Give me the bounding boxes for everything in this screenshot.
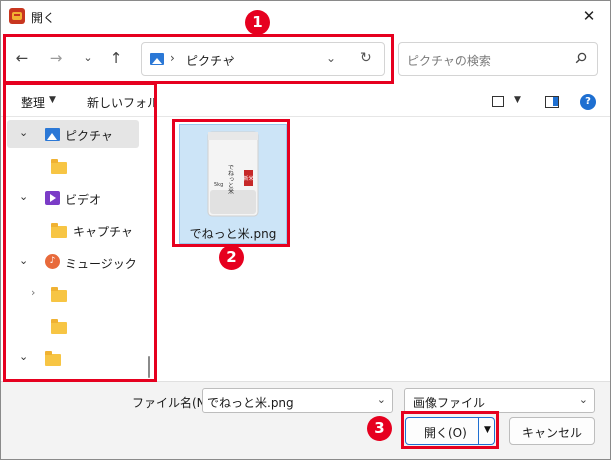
file-type-select[interactable]: 画像ファイル ⌄ — [404, 388, 595, 413]
cancel-button-label[interactable]: キャンセル — [510, 424, 594, 441]
view-options-icon[interactable] — [492, 96, 504, 107]
annotation-number: 3 — [367, 416, 392, 441]
chevron-down-icon[interactable]: ⌄ — [377, 393, 386, 406]
window-title: 開く — [31, 11, 56, 25]
app-icon — [9, 8, 25, 24]
preview-pane-icon[interactable] — [545, 96, 559, 108]
open-file-dialog: 開く ✕ ← → ⌄ ↑ › ピクチャ › ⌄ ↻ ピクチャの検索 整理 ▼ 新… — [0, 0, 611, 460]
annotation-box-file — [172, 119, 290, 247]
annotation-box-sidebar — [3, 82, 157, 382]
search-box[interactable]: ピクチャの検索 — [398, 42, 598, 76]
close-button[interactable]: ✕ — [578, 5, 600, 27]
chevron-down-icon[interactable]: ⌄ — [579, 393, 588, 406]
search-input[interactable]: ピクチャの検索 — [407, 52, 491, 69]
file-type-value[interactable]: 画像ファイル — [413, 394, 485, 411]
view-options-caret-icon[interactable]: ▼ — [514, 95, 521, 105]
title-bar: 開く ✕ — [1, 1, 610, 31]
cancel-button[interactable]: キャンセル — [509, 417, 595, 445]
annotation-number: 1 — [245, 10, 270, 35]
help-icon[interactable]: ? — [580, 94, 596, 110]
file-name-value[interactable]: でねっと米.png — [207, 394, 294, 411]
dialog-footer: ファイル名(N): でねっと米.png ⌄ 画像ファイル ⌄ 開く(O) ▼ キ… — [1, 381, 610, 459]
annotation-number: 2 — [219, 245, 244, 270]
annotation-box-navigation — [3, 34, 394, 84]
annotation-box-open — [401, 411, 499, 449]
search-icon[interactable] — [575, 52, 587, 64]
file-name-field[interactable]: でねっと米.png ⌄ — [202, 388, 393, 413]
